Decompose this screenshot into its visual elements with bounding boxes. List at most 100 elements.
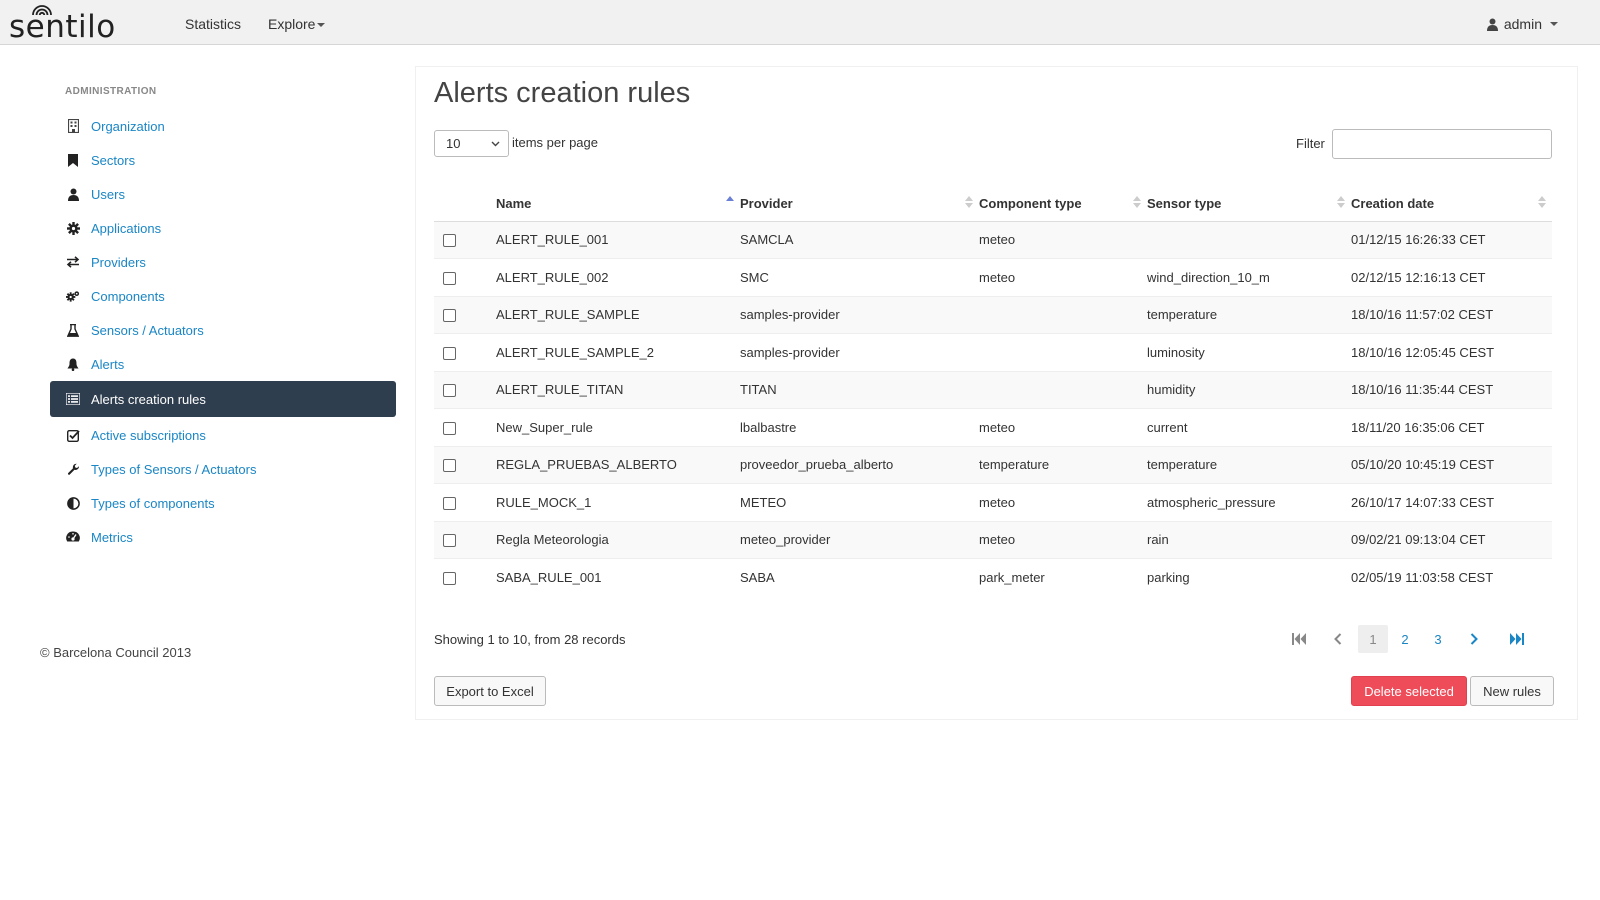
cell-creation-date: 01/12/15 16:26:33 CET (1351, 220, 1552, 259)
column-header-provider[interactable]: Provider (740, 186, 979, 222)
cell-sensor-type: temperature (1147, 445, 1351, 484)
first-page-icon (1292, 633, 1306, 645)
table-row[interactable]: REGLA_PRUEBAS_ALBERTO proveedor_prueba_a… (434, 445, 1552, 484)
sort-icon (1337, 196, 1345, 208)
sidebar-item-label: Active subscriptions (91, 427, 206, 443)
table-row[interactable]: ALERT_RULE_SAMPLE_2 samples-provider lum… (434, 333, 1552, 371)
sort-asc-icon (726, 196, 734, 201)
sidebar-item-components[interactable]: Components (50, 279, 396, 313)
cell-component-type (979, 295, 1147, 334)
cell-name: ALERT_RULE_002 (496, 258, 740, 296)
cell-provider: SABA (740, 558, 979, 596)
sidebar-item-types-of-components[interactable]: Types of components (50, 486, 396, 520)
user-name: admin (1503, 16, 1542, 32)
sidebar-item-label: Applications (91, 220, 162, 236)
page-3-button[interactable]: 3 (1422, 625, 1454, 653)
row-checkbox[interactable] (443, 496, 456, 510)
row-checkbox[interactable] (443, 384, 456, 398)
sidebar-item-label: Alerts (91, 356, 125, 372)
table-row[interactable]: ALERT_RULE_TITAN TITAN humidity 18/10/16… (434, 370, 1552, 409)
sidebar-item-users[interactable]: Users (50, 177, 396, 211)
items-per-page-label: items per page (512, 135, 598, 150)
sidebar-item-applications[interactable]: Applications (50, 211, 396, 245)
new-rules-button[interactable]: New rules (1470, 676, 1554, 706)
column-header-label: Sensor type (1147, 195, 1222, 211)
column-header-label: Creation date (1351, 195, 1435, 211)
row-checkbox[interactable] (443, 234, 456, 248)
sidebar-item-active-subscriptions[interactable]: Active subscriptions (50, 418, 396, 452)
first-page-button[interactable] (1286, 625, 1312, 653)
cell-sensor-type: temperature (1147, 295, 1351, 334)
column-header-component-type[interactable]: Component type (979, 186, 1147, 222)
table-row[interactable]: Regla Meteorologia meteo_provider meteo … (434, 520, 1552, 559)
sidebar-item-sensors-actuators[interactable]: Sensors / Actuators (50, 313, 396, 347)
row-checkbox[interactable] (443, 534, 456, 548)
sidebar-item-metrics[interactable]: Metrics (50, 520, 396, 554)
page-2-button[interactable]: 2 (1388, 625, 1422, 653)
cell-component-type (979, 370, 1147, 409)
export-to-excel-button[interactable]: Export to Excel (434, 676, 546, 706)
previous-page-button[interactable] (1318, 625, 1358, 653)
sentilo-logo[interactable]: sentilo (9, 3, 143, 41)
table-row[interactable]: ALERT_RULE_SAMPLE samples-provider tempe… (434, 295, 1552, 334)
cell-component-type: meteo (979, 258, 1147, 296)
sidebar-item-alerts-creation-rules[interactable]: Alerts creation rules (50, 381, 396, 417)
check-square-icon (66, 428, 80, 442)
bell-icon (66, 357, 80, 371)
row-checkbox[interactable] (443, 572, 456, 585)
row-checkbox[interactable] (443, 271, 456, 285)
filter-input[interactable] (1332, 129, 1552, 159)
row-checkbox[interactable] (443, 421, 456, 435)
sidebar-item-label: Sensors / Actuators (91, 322, 204, 338)
items-per-page-select[interactable]: 10 (434, 130, 509, 157)
cell-component-type: meteo (979, 408, 1147, 446)
cell-provider: TITAN (740, 370, 979, 409)
delete-selected-button[interactable]: Delete selected (1351, 676, 1467, 706)
last-page-button[interactable] (1494, 625, 1540, 653)
sidebar-item-sectors[interactable]: Sectors (50, 143, 396, 177)
row-checkbox[interactable] (443, 459, 456, 473)
sidebar-item-label: Types of Sensors / Actuators (91, 461, 257, 477)
chevron-right-icon (1470, 633, 1478, 645)
caret-down-icon (317, 23, 326, 28)
sidebar-item-label: Users (91, 186, 125, 202)
wrench-icon (66, 462, 80, 476)
items-per-page-value: 10 (446, 136, 461, 151)
next-page-button[interactable] (1454, 625, 1494, 653)
nav-explore-label: Explore (268, 16, 316, 32)
page-1-button[interactable]: 1 (1358, 625, 1388, 653)
cell-name: ALERT_RULE_SAMPLE (496, 295, 740, 334)
column-header-label: Provider (740, 195, 793, 211)
nav-explore[interactable]: Explore (268, 16, 326, 32)
table-row[interactable]: ALERT_RULE_002 SMC meteo wind_direction_… (434, 258, 1552, 296)
column-header-name[interactable]: Name (496, 186, 740, 222)
cell-name: ALERT_RULE_SAMPLE_2 (496, 333, 740, 371)
copyright-footer: © Barcelona Council 2013 (40, 645, 192, 660)
chevron-down-icon (491, 141, 500, 146)
table-row[interactable]: ALERT_RULE_001 SAMCLA meteo 01/12/15 16:… (434, 220, 1552, 259)
column-header-creation-date[interactable]: Creation date (1351, 186, 1552, 222)
nav-statistics[interactable]: Statistics (185, 16, 241, 32)
top-navbar: sentilo Statistics Explore admin (0, 0, 1600, 45)
cell-provider: METEO (740, 483, 979, 521)
table-row[interactable]: RULE_MOCK_1 METEO meteo atmospheric_pres… (434, 483, 1552, 521)
sidebar-item-label: Providers (91, 254, 146, 270)
sidebar-item-types-of-sensors[interactable]: Types of Sensors / Actuators (50, 452, 396, 486)
exchange-icon (66, 255, 80, 269)
table-row[interactable]: New_Super_rule lbalbastre meteo current … (434, 408, 1552, 446)
table-row[interactable]: SABA_RULE_001 SABA park_meter parking 02… (434, 558, 1552, 596)
rules-table: Name Provider Component type Sensor type… (434, 186, 1552, 596)
chevron-left-icon (1334, 633, 1342, 645)
column-header-label: Component type (979, 195, 1082, 211)
column-header-sensor-type[interactable]: Sensor type (1147, 186, 1351, 222)
caret-down-icon (1550, 22, 1558, 26)
sidebar-item-alerts[interactable]: Alerts (50, 347, 396, 381)
sidebar-item-providers[interactable]: Providers (50, 245, 396, 279)
last-page-icon (1510, 633, 1524, 645)
sidebar-item-organization[interactable]: Organization (50, 109, 396, 143)
user-menu[interactable]: admin (1486, 16, 1558, 32)
cell-name: RULE_MOCK_1 (496, 483, 740, 521)
cell-creation-date: 02/12/15 12:16:13 CET (1351, 258, 1552, 296)
row-checkbox[interactable] (443, 346, 456, 360)
row-checkbox[interactable] (443, 309, 456, 323)
